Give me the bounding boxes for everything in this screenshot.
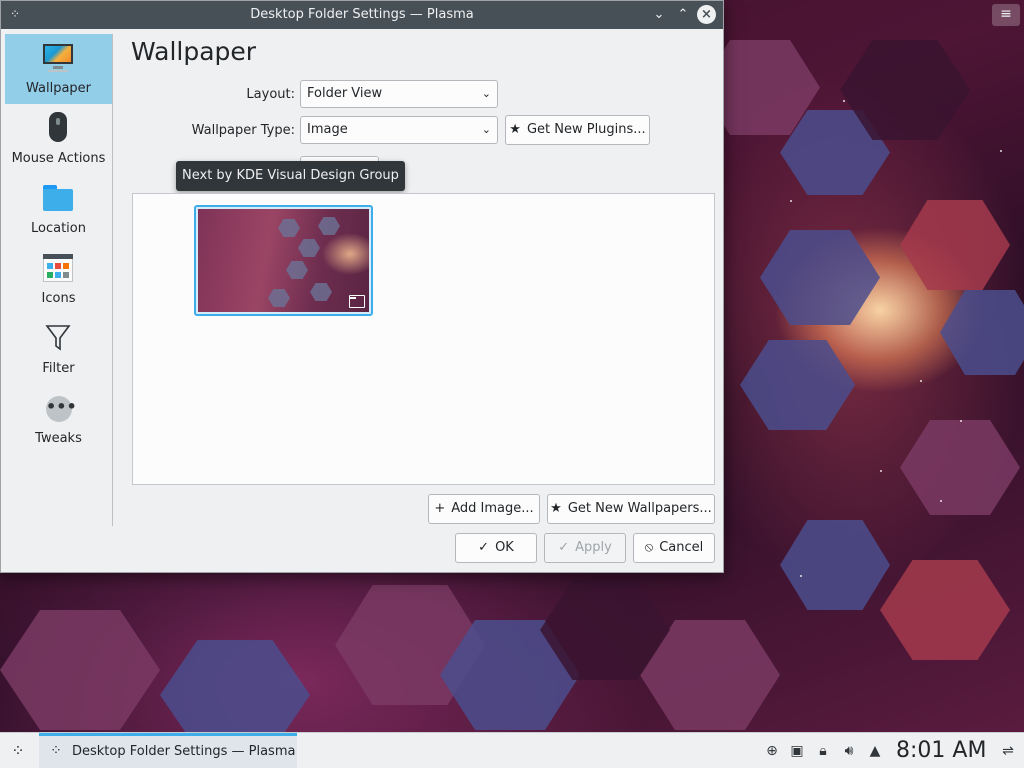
maximize-icon[interactable]: ⌃ — [673, 5, 693, 25]
more-icon: ••• — [42, 392, 77, 424]
layout-combobox[interactable]: Folder View ⌄ — [300, 80, 498, 108]
layout-value: Folder View — [307, 86, 383, 101]
add-image-button[interactable]: + Add Image... — [428, 494, 540, 524]
window-titlebar[interactable]: ⁘ Desktop Folder Settings — Plasma ⌄ ⌃ × — [1, 1, 723, 29]
page-title: Wallpaper — [131, 37, 257, 66]
wallpaper-type-label: Wallpaper Type: — [191, 123, 295, 138]
wallpaper-star — [880, 470, 882, 472]
taskbar: ⁘ ⁘ Desktop Folder Settings — Plasma ⊕ ▣… — [0, 732, 1024, 768]
ok-label: OK — [495, 540, 514, 555]
apply-button[interactable]: ✓ Apply — [544, 533, 626, 563]
get-new-plugins-button[interactable]: ★ Get New Plugins... — [505, 115, 650, 145]
sidebar-item-label: Icons — [41, 291, 76, 306]
checkmark-icon: ✓ — [558, 540, 570, 555]
wallpaper-type-combobox[interactable]: Image ⌄ — [300, 116, 498, 144]
settings-sidebar: Wallpaper Mouse Actions Location Icons F… — [5, 34, 113, 526]
sidebar-item-wallpaper[interactable]: Wallpaper — [5, 34, 112, 104]
filter-icon — [42, 322, 74, 354]
sidebar-item-icons[interactable]: Icons — [5, 244, 112, 314]
wallpaper-hexagon — [900, 420, 1020, 515]
monitor-wallpaper-icon — [42, 42, 74, 74]
application-launcher-icon[interactable]: ⁘ — [6, 739, 30, 763]
sidebar-item-label: Tweaks — [35, 431, 82, 446]
add-image-label: Add Image... — [451, 501, 534, 516]
wallpaper-star — [1000, 150, 1002, 152]
wallpaper-hexagon — [940, 290, 1024, 375]
network-icon[interactable]: ▣ — [787, 741, 807, 761]
icons-icon — [42, 252, 74, 284]
desktop-folder-settings-window: ⁘ Desktop Folder Settings — Plasma ⌄ ⌃ ×… — [0, 0, 724, 573]
get-new-wallpapers-label: Get New Wallpapers... — [567, 501, 712, 516]
close-icon[interactable]: × — [697, 5, 716, 24]
chevron-down-icon: ⌄ — [481, 123, 491, 136]
star-icon: ★ — [550, 501, 562, 516]
wallpaper-thumbnail-image — [198, 209, 369, 312]
task-desktop-folder-settings[interactable]: ⁘ Desktop Folder Settings — Plasma — [39, 733, 297, 768]
wallpaper-hexagon — [780, 520, 890, 610]
wallpaper-star — [800, 575, 802, 577]
wallpaper-star — [960, 420, 962, 422]
wallpaper-hexagon — [740, 340, 855, 430]
wallpaper-star — [790, 200, 792, 202]
minimize-icon[interactable]: ⌄ — [649, 5, 669, 25]
clock[interactable]: 8:01 AM — [896, 738, 986, 763]
wallpaper-type-value: Image — [307, 122, 348, 137]
sidebar-item-label: Location — [31, 221, 86, 236]
sidebar-item-label: Filter — [42, 361, 75, 376]
lock-icon[interactable]: 🔒︎ — [813, 741, 833, 761]
sidebar-item-tweaks[interactable]: ••• Tweaks — [5, 384, 112, 454]
cancel-button[interactable]: ⦸ Cancel — [633, 533, 715, 563]
sidebar-item-label: Mouse Actions — [11, 151, 106, 166]
plasma-app-icon: ⁘ — [50, 743, 62, 759]
get-new-wallpapers-button[interactable]: ★ Get New Wallpapers... — [547, 494, 715, 524]
cancel-icon: ⦸ — [644, 540, 654, 555]
apply-label: Apply — [575, 540, 612, 555]
layout-label: Layout: — [246, 87, 295, 102]
folder-icon — [42, 182, 74, 214]
get-new-plugins-label: Get New Plugins... — [526, 122, 646, 137]
wallpaper-star — [920, 380, 922, 382]
wallpaper-thumbnail-selected[interactable] — [194, 205, 373, 316]
star-icon: ★ — [509, 122, 521, 137]
wallpaper-hexagon — [0, 610, 160, 730]
chevron-down-icon: ⌄ — [481, 87, 491, 100]
cancel-label: Cancel — [659, 540, 704, 555]
wallpaper-tooltip: Next by KDE Visual Design Group — [176, 161, 405, 191]
sidebar-item-label: Wallpaper — [25, 81, 92, 96]
wallpaper-hexagon — [160, 640, 310, 732]
mouse-icon — [42, 112, 74, 144]
task-label: Desktop Folder Settings — Plasma — [72, 744, 296, 759]
wallpaper-hexagon — [760, 230, 880, 325]
wallpaper-star — [843, 100, 845, 102]
ok-button[interactable]: ✓ OK — [455, 533, 537, 563]
updates-icon[interactable]: ⊕ — [762, 741, 782, 761]
wallpaper-hexagon — [880, 560, 1010, 660]
checkmark-icon: ✓ — [478, 540, 490, 555]
wallpaper-star — [940, 500, 942, 502]
panel-settings-icon[interactable]: ⇌ — [998, 741, 1018, 761]
wallpaper-hexagon — [900, 200, 1010, 290]
wallpaper-gallery — [132, 193, 715, 485]
sidebar-item-mouse-actions[interactable]: Mouse Actions — [5, 104, 112, 174]
plus-icon: + — [434, 501, 446, 516]
expand-tray-icon[interactable]: ▲ — [865, 741, 885, 761]
window-title: Desktop Folder Settings — Plasma — [250, 7, 474, 22]
volume-icon[interactable]: 🔊︎ — [839, 741, 859, 761]
sidebar-item-filter[interactable]: Filter — [5, 314, 112, 384]
sidebar-item-location[interactable]: Location — [5, 174, 112, 244]
folder-badge-icon — [349, 295, 365, 308]
desktop-toolbox-menu-icon[interactable]: ≡ — [992, 4, 1020, 26]
